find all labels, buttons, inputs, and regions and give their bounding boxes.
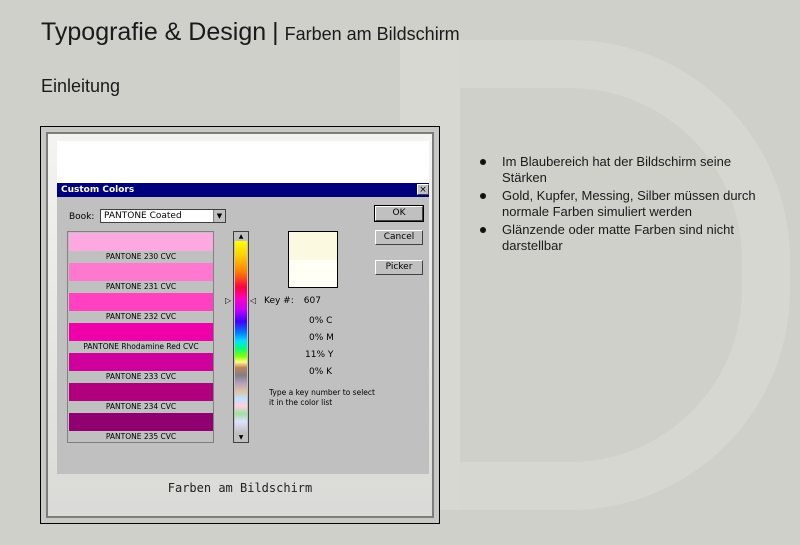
cmyk-y: 11% Y <box>305 350 334 360</box>
title-subtitle: Farben am Bildschirm <box>284 24 460 44</box>
color-swatch[interactable] <box>69 233 213 251</box>
title-separator: | <box>272 18 279 46</box>
book-select-value: PANTONE Coated <box>104 211 182 221</box>
color-name: PANTONE 233 CVC <box>105 372 177 381</box>
bullet-item: Im Blaubereich hat der Bildschirm seine … <box>480 154 770 186</box>
color-gradient-bar[interactable] <box>235 241 247 433</box>
bullet-item: Gold, Kupfer, Messing, Silber müssen dur… <box>480 188 770 220</box>
screenshot-image: Custom Colors × Book: PANTONE Coated ▼ P… <box>57 141 429 474</box>
color-list-item[interactable]: PANTONE 230 CVC <box>68 232 213 262</box>
color-list-item[interactable]: PANTONE 233 CVC <box>68 352 213 382</box>
help-text: Type a key number to select it in the co… <box>269 388 375 407</box>
cmyk-c: 0% C <box>309 316 333 326</box>
ok-button[interactable]: OK <box>374 205 424 222</box>
color-swatch[interactable] <box>69 323 213 341</box>
color-swatch[interactable] <box>69 413 213 431</box>
color-name: PANTONE 234 CVC <box>105 402 177 411</box>
section-heading: Einleitung <box>41 76 121 96</box>
figure-frame: Custom Colors × Book: PANTONE Coated ▼ P… <box>40 126 440 524</box>
bullet-dot-icon <box>480 193 486 199</box>
page-title: Typografie & Design | Farben am Bildschirm <box>41 18 460 47</box>
color-swatch[interactable] <box>69 263 213 281</box>
figure-caption: Farben am Bildschirm <box>167 481 313 495</box>
color-swatch[interactable] <box>69 353 213 371</box>
bullet-list: Im Blaubereich hat der Bildschirm seine … <box>480 154 770 256</box>
key-number: Key #: 607 <box>264 296 321 306</box>
key-label: Key #: <box>264 296 294 306</box>
color-swatch[interactable] <box>69 383 213 401</box>
bullet-text: Im Blaubereich hat der Bildschirm seine … <box>502 154 732 185</box>
color-name: PANTONE Rhodamine Red CVC <box>83 342 199 351</box>
color-list[interactable]: PANTONE 230 CVC PANTONE 231 CVC PANTONE 23… <box>67 231 214 443</box>
color-list-item[interactable]: PANTONE 231 CVC <box>68 262 213 292</box>
color-list-item[interactable]: PANTONE Rhodamine Red CVC <box>68 322 213 352</box>
color-scale-slider[interactable]: ▲ ▼ <box>233 231 249 443</box>
chevron-down-icon[interactable]: ▼ <box>213 210 225 222</box>
scroll-up-icon[interactable]: ▲ <box>234 232 248 241</box>
color-name: PANTONE 232 CVC <box>105 312 177 321</box>
slider-pointer-left-icon[interactable]: ▷ <box>225 296 231 305</box>
bullet-dot-icon <box>480 159 486 165</box>
preview-old-color <box>289 260 337 287</box>
custom-colors-dialog: Custom Colors × Book: PANTONE Coated ▼ P… <box>57 183 429 474</box>
cmyk-k: 0% K <box>309 367 333 377</box>
color-name: PANTONE 230 CVC <box>105 252 177 261</box>
color-preview <box>288 231 338 288</box>
background-letter-bowl <box>430 40 790 510</box>
color-list-item[interactable]: PANTONE 235 CVC <box>68 412 213 442</box>
picker-button[interactable]: Picker <box>375 260 423 275</box>
bullet-text: Glänzende oder matte Farben sind nicht d… <box>502 222 734 253</box>
color-name: PANTONE 235 CVC <box>105 432 177 441</box>
dialog-title: Custom Colors <box>57 183 429 197</box>
cmyk-m: 0% M <box>309 333 334 343</box>
dialog-close-icon[interactable]: × <box>417 184 429 195</box>
scroll-down-icon[interactable]: ▼ <box>234 433 248 442</box>
book-label: Book: <box>69 212 95 222</box>
color-list-item[interactable]: PANTONE 234 CVC <box>68 382 213 412</box>
color-swatch[interactable] <box>69 293 213 311</box>
color-list-item[interactable]: PANTONE 232 CVC <box>68 292 213 322</box>
key-value[interactable]: 607 <box>304 296 321 306</box>
slider-pointer-right-icon[interactable]: ◁ <box>250 296 256 305</box>
cancel-button[interactable]: Cancel <box>375 230 423 245</box>
preview-new-color <box>289 232 337 260</box>
color-name: PANTONE 231 CVC <box>105 282 177 291</box>
bullet-text: Gold, Kupfer, Messing, Silber müssen dur… <box>502 188 756 219</box>
title-main: Typografie & Design <box>41 18 267 46</box>
book-select[interactable]: PANTONE Coated ▼ <box>100 209 226 223</box>
bullet-dot-icon <box>480 227 486 233</box>
bullet-item: Glänzende oder matte Farben sind nicht d… <box>480 222 770 254</box>
